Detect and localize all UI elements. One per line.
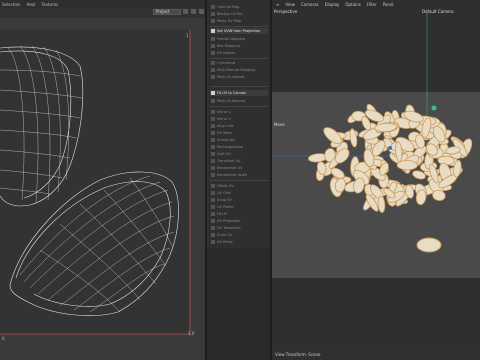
3d-viewport[interactable]: ≡ View Cameras Display Options Filter Pa… <box>272 0 480 360</box>
cmd-item[interactable]: Mirror V <box>210 116 268 122</box>
uv-tick-origin: 0 <box>2 336 5 341</box>
uv-tick-bottom-right: 1,0 <box>188 331 195 336</box>
command-icon <box>211 198 215 202</box>
cmd-item[interactable]: UV Peeler <box>210 204 268 210</box>
cmd-item[interactable]: Split UV <box>210 151 268 157</box>
command-icon <box>211 37 215 41</box>
cmd-item[interactable]: Box Mapping <box>210 43 268 49</box>
command-icon <box>211 51 215 55</box>
command-icon <box>211 233 215 237</box>
viewport-status-bar: View Transform: Scene <box>272 350 480 360</box>
frame-icon[interactable] <box>183 9 188 14</box>
cmd-item[interactable]: UV Islands <box>210 50 268 56</box>
command-icon <box>211 184 215 188</box>
cmd-item[interactable]: Transform UV <box>210 158 268 164</box>
command-icon <box>211 145 215 149</box>
command-icon <box>211 68 215 72</box>
cmd-item[interactable]: UV Relax <box>210 239 268 245</box>
cmd-item-set-uvw[interactable]: Set UVW from Projection <box>210 28 268 34</box>
command-icon <box>211 226 215 230</box>
command-icon <box>211 240 215 244</box>
cmd-item-fit-uv[interactable]: Fit UV to Canvas <box>210 90 268 96</box>
command-icon <box>211 138 215 142</box>
command-icon <box>211 131 215 135</box>
uv-menu-item[interactable]: Selection <box>2 2 20 7</box>
command-icon <box>211 212 215 216</box>
divider <box>210 26 268 27</box>
divider <box>210 106 268 107</box>
command-icon <box>211 61 215 65</box>
command-icon <box>211 44 215 48</box>
cmd-item[interactable]: Optimal Map <box>210 4 268 10</box>
uv-toolbar: Project <box>0 8 205 18</box>
grid-icon[interactable] <box>191 9 196 14</box>
command-icon <box>211 99 215 103</box>
command-icon <box>211 159 215 163</box>
uv-tick-top-right: 1 <box>186 33 189 38</box>
command-icon <box>211 12 215 16</box>
cmd-item[interactable]: Realign UV Rel <box>210 11 268 17</box>
camera-label[interactable]: Default Camera <box>422 9 454 14</box>
uv-menu-item[interactable]: Heal <box>26 2 35 7</box>
projection-select[interactable]: Project <box>153 9 181 15</box>
cmd-item[interactable]: Scale UV <box>210 232 268 238</box>
command-icon <box>211 75 215 79</box>
divider <box>210 86 268 87</box>
divider <box>210 58 268 59</box>
uv-editor-panel: Selection Heal Textures Project 1 0 1,0 <box>0 0 205 360</box>
uv-canvas[interactable] <box>0 18 205 354</box>
app-window: Selection Heal Textures Project 1 0 1,0 … <box>0 0 480 360</box>
command-icon <box>211 5 215 9</box>
viewport-scene[interactable] <box>272 0 480 360</box>
uv-menu-item[interactable]: Textures <box>41 2 58 7</box>
uv-menubar: Selection Heal Textures <box>0 0 205 8</box>
layer-label[interactable]: Move <box>274 122 285 127</box>
cmd-item[interactable]: Multi-Texture Mapping <box>210 67 268 73</box>
cmd-item[interactable]: Offset UV <box>210 183 268 189</box>
cmd-item[interactable]: Snap UV <box>210 197 268 203</box>
cmd-item[interactable]: Pack UV Bounds <box>210 98 268 104</box>
command-panel-empty-area <box>207 248 270 360</box>
cmd-item[interactable]: Rectangularize <box>210 144 268 150</box>
command-icon <box>211 91 215 95</box>
cmd-item[interactable]: Fit UV <box>210 211 268 217</box>
cmd-item[interactable]: UV Projection <box>210 218 268 224</box>
command-icon <box>211 152 215 156</box>
divider <box>210 180 268 181</box>
cmd-item[interactable]: Straighten <box>210 137 268 143</box>
command-icon <box>211 166 215 170</box>
cmd-item[interactable]: Align Left <box>210 123 268 129</box>
cmd-item[interactable]: Mirror U <box>210 109 268 115</box>
uv-toolbar-icons <box>183 9 204 14</box>
cmd-item[interactable]: Randomize UV <box>210 165 268 171</box>
command-icon <box>211 110 215 114</box>
lone-seed[interactable] <box>416 237 442 253</box>
command-icon <box>211 124 215 128</box>
command-icon <box>211 219 215 223</box>
settings-icon[interactable] <box>199 9 204 14</box>
command-icon <box>211 29 215 33</box>
cmd-item[interactable]: Cylindrical <box>210 60 268 66</box>
transform-gizmo-icon[interactable] <box>431 105 437 111</box>
command-icon <box>211 191 215 195</box>
command-icon <box>211 19 215 23</box>
cmd-item[interactable]: UV Weld <box>210 130 268 136</box>
cmd-item[interactable]: Pack UV Islands <box>210 74 268 80</box>
command-icon <box>211 205 215 209</box>
pivot-handle-icon[interactable] <box>388 146 392 150</box>
projection-label[interactable]: Perspective <box>274 9 297 14</box>
cmd-item[interactable]: Relax UV Map <box>210 18 268 24</box>
command-icon <box>211 117 215 121</box>
cmd-item[interactable]: UV Grid <box>210 190 268 196</box>
cmd-item[interactable]: UV Transform <box>210 225 268 231</box>
command-icon <box>211 173 215 177</box>
cmd-item[interactable]: Randomize Scale <box>210 172 268 178</box>
cmd-item[interactable]: Frontal Mapping <box>210 36 268 42</box>
